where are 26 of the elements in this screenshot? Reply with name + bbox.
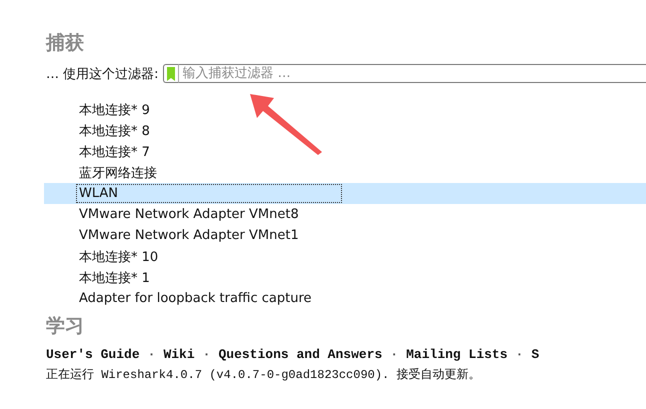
help-link[interactable]: User's Guide	[46, 347, 140, 362]
help-link[interactable]: S	[531, 347, 540, 362]
interface-row[interactable]: 本地连接* 9	[44, 99, 646, 120]
interface-row[interactable]: 本地连接* 10	[44, 246, 646, 267]
interface-row[interactable]: 本地连接* 8	[44, 120, 646, 141]
capture-filter-field[interactable]: 输入捕获过滤器 …	[178, 64, 646, 83]
separator: ·	[148, 347, 156, 362]
interface-row[interactable]: VMware Network Adapter VMnet1	[44, 225, 646, 246]
status-text: 正在运行 Wireshark4.0.7 (v4.0.7-0-g0ad1823cc090). 接受自动更新。	[46, 367, 482, 383]
separator: ·	[390, 347, 398, 362]
help-link[interactable]: Mailing Lists	[406, 347, 508, 362]
bookmark-button[interactable]	[162, 64, 179, 83]
interface-row[interactable]: 蓝牙网络连接	[44, 162, 646, 183]
interface-row[interactable]: WLAN	[44, 183, 646, 204]
help-link[interactable]: Wiki	[163, 347, 195, 362]
section-heading: 学习	[46, 314, 84, 339]
filter-label: … 使用这个过滤器:	[46, 66, 159, 82]
section-heading: 捕获	[46, 31, 84, 56]
interface-row[interactable]: Adapter for loopback traffic capture	[44, 288, 646, 309]
bookmark-icon	[166, 66, 176, 80]
interface-row[interactable]: 本地连接* 1	[44, 267, 646, 288]
separator: ·	[516, 347, 524, 362]
interface-row[interactable]: VMware Network Adapter VMnet8	[44, 204, 646, 225]
separator: ·	[202, 347, 210, 362]
interface-row[interactable]: 本地连接* 7	[44, 141, 646, 162]
help-link[interactable]: Questions and Answers	[218, 347, 382, 362]
